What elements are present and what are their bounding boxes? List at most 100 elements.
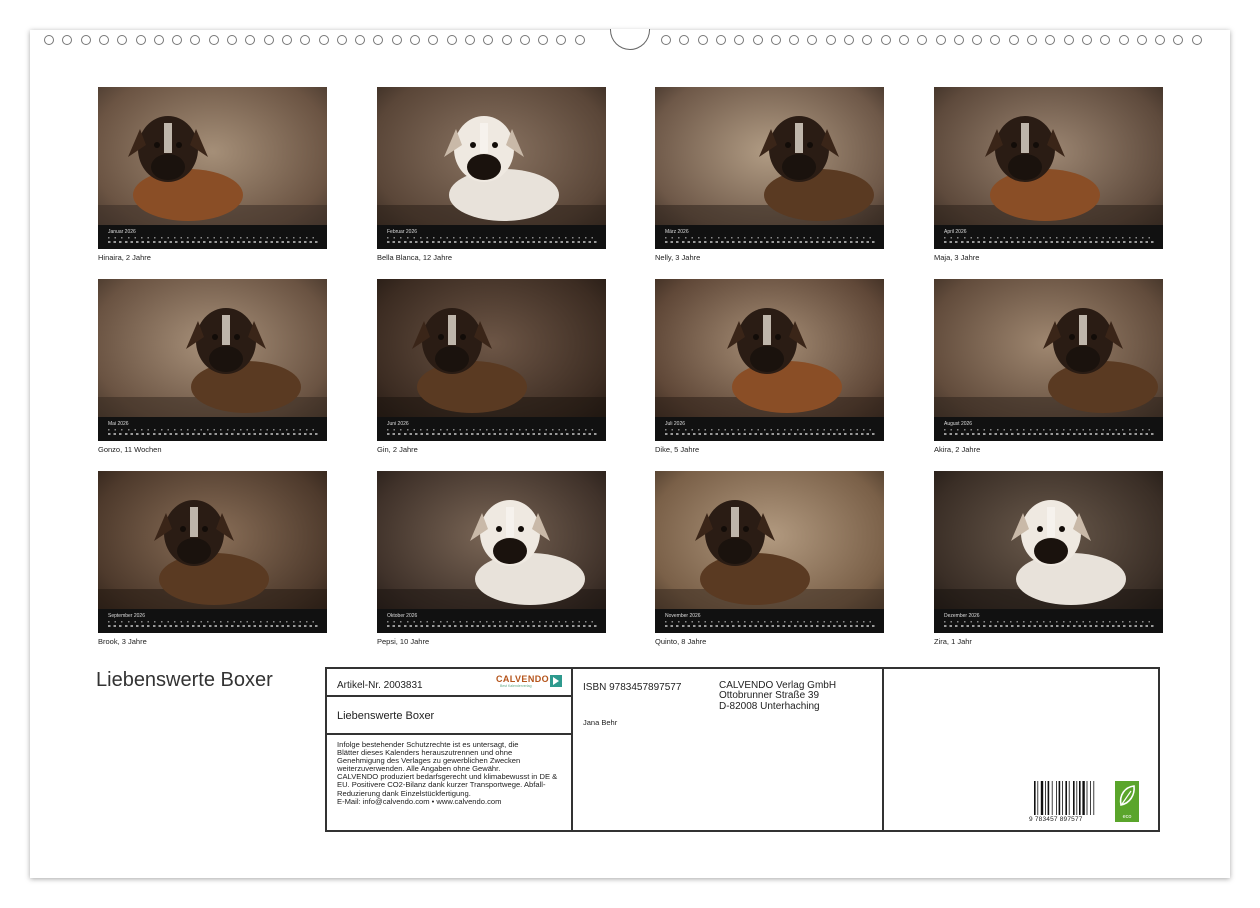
info-column-middle: ISBN 9783457897577 Jana Behr CALVENDO Ve…: [573, 669, 884, 830]
binding-ring: [990, 35, 1001, 45]
binding-ring: [98, 35, 109, 45]
leaf-icon: [1119, 785, 1135, 806]
binding-ring: [935, 35, 946, 45]
author: Jana Behr: [583, 718, 618, 727]
photo-frame: Oktober 2026: [377, 471, 606, 633]
binding-ring: [428, 35, 439, 45]
calendar-title: Liebenswerte Boxer: [96, 669, 273, 691]
photo-frame: November 2026: [655, 471, 884, 633]
dog-caption: Bella Blanca, 12 Jahre: [377, 253, 453, 262]
binding-ring: [391, 35, 402, 45]
month-calendar-strip: August 2026: [934, 417, 1163, 441]
month-tile: Oktober 2026 Pepsi, 10 Jahre: [377, 471, 606, 646]
barcode-bar: [1090, 781, 1091, 815]
binding-ring: [917, 35, 928, 45]
barcode-bar: [1034, 781, 1036, 815]
photo-frame: Mai 2026: [98, 279, 327, 441]
month-calendar-strip: September 2026: [98, 609, 327, 633]
month-tile: September 2026 Brook, 3 Jahre: [98, 471, 327, 646]
month-label: Oktober 2026: [387, 613, 418, 619]
month-calendar-strip: November 2026: [655, 609, 884, 633]
binding-ring: [446, 35, 457, 45]
binding-ring: [1136, 35, 1147, 45]
binding-ring: [1155, 35, 1166, 45]
dog-caption: Brook, 3 Jahre: [98, 637, 147, 646]
barcode-bar: [1073, 781, 1075, 815]
binding-ring: [80, 35, 91, 45]
box-title-row: Liebenswerte Boxer: [327, 697, 571, 735]
calvendo-logo-icon: [550, 675, 562, 687]
photo-frame: August 2026: [934, 279, 1163, 441]
binding-ring: [972, 35, 983, 45]
calendar-sheet: Januar 2026 Hinaira, 2 Jahre Februar 202…: [30, 29, 1230, 878]
month-label: November 2026: [665, 613, 701, 619]
article-row: Artikel-Nr. 2003831 CALVENDO Best Kalend…: [327, 669, 571, 697]
dog-caption: Gonzo, 11 Wochen: [98, 445, 162, 454]
binding-ring: [227, 35, 237, 45]
eco-text: eco: [1122, 814, 1132, 820]
barcode: 9 783457 897577: [1029, 781, 1099, 825]
binding-ring: [715, 35, 726, 45]
dog-caption: Gin, 2 Jahre: [377, 445, 418, 454]
barcode-icon: [1034, 781, 1095, 815]
day-grid: [108, 428, 319, 436]
dog-caption: Dike, 5 Jahre: [655, 445, 700, 454]
binding-ring: [208, 35, 219, 45]
binding-ring: [190, 35, 201, 45]
dog-caption: Maja, 3 Jahre: [934, 253, 980, 262]
month-label: Januar 2026: [108, 229, 136, 235]
photo-frame: April 2026: [934, 87, 1163, 249]
info-column-right: 9 783457 897577 eco: [884, 669, 1158, 830]
dog-caption: Zira, 1 Jahr: [934, 637, 972, 646]
binding-ring: [464, 35, 475, 45]
month-calendar-strip: Oktober 2026: [377, 609, 606, 633]
dog-caption: Nelly, 3 Jahre: [655, 253, 701, 262]
binding-ring: [1045, 35, 1056, 45]
binding-ring: [953, 35, 964, 45]
binding-ring: [62, 35, 73, 45]
dog-caption: Akira, 2 Jahre: [934, 445, 981, 454]
month-label: März 2026: [665, 229, 689, 235]
binding-ring: [679, 35, 690, 45]
binding-ring: [556, 35, 567, 45]
barcode-bar: [1040, 781, 1044, 815]
binding-ring: [1100, 35, 1111, 45]
binding-ring: [336, 35, 347, 45]
binding-ring: [898, 35, 909, 45]
month-calendar-strip: Juni 2026: [377, 417, 606, 441]
month-calendar-strip: Juli 2026: [655, 417, 884, 441]
day-grid: [665, 236, 876, 244]
photo-frame: Dezember 2026: [934, 471, 1163, 633]
binding-ring: [789, 35, 800, 45]
month-label: April 2026: [944, 229, 967, 235]
binding-ring: [172, 35, 183, 45]
barcode-bar: [1093, 781, 1095, 815]
barcode-bar: [1047, 781, 1050, 815]
month-tile: April 2026 Maja, 3 Jahre: [934, 87, 1163, 262]
binding-ring: [1191, 35, 1202, 45]
info-box: Artikel-Nr. 2003831 CALVENDO Best Kalend…: [325, 667, 1160, 832]
barcode-bar: [1068, 781, 1070, 815]
day-grid: [944, 428, 1155, 436]
barcode-bar: [1079, 781, 1081, 815]
day-grid: [944, 620, 1155, 628]
binding-ring: [538, 35, 549, 45]
binding-ring: [1173, 35, 1184, 45]
month-tile: Januar 2026 Hinaira, 2 Jahre: [98, 87, 327, 262]
binding-ring: [807, 35, 818, 45]
spiral-binding: [30, 29, 1230, 54]
binding-ring: [318, 35, 329, 45]
binding-ring: [1027, 35, 1037, 45]
info-column-left: Artikel-Nr. 2003831 CALVENDO Best Kalend…: [327, 669, 573, 830]
article-number: Artikel-Nr. 2003831: [337, 680, 423, 691]
month-label: Dezember 2026: [944, 613, 980, 619]
photo-frame: Januar 2026: [98, 87, 327, 249]
binding-ring: [770, 35, 781, 45]
binding-ring: [1063, 35, 1074, 45]
calvendo-logo: CALVENDO: [496, 674, 550, 684]
day-grid: [944, 236, 1155, 244]
legal-line: E-Mail: info@calvendo.com • www.calvendo…: [337, 796, 502, 806]
day-grid: [665, 620, 876, 628]
barcode-bar: [1045, 781, 1046, 815]
binding-ring: [1118, 35, 1129, 45]
